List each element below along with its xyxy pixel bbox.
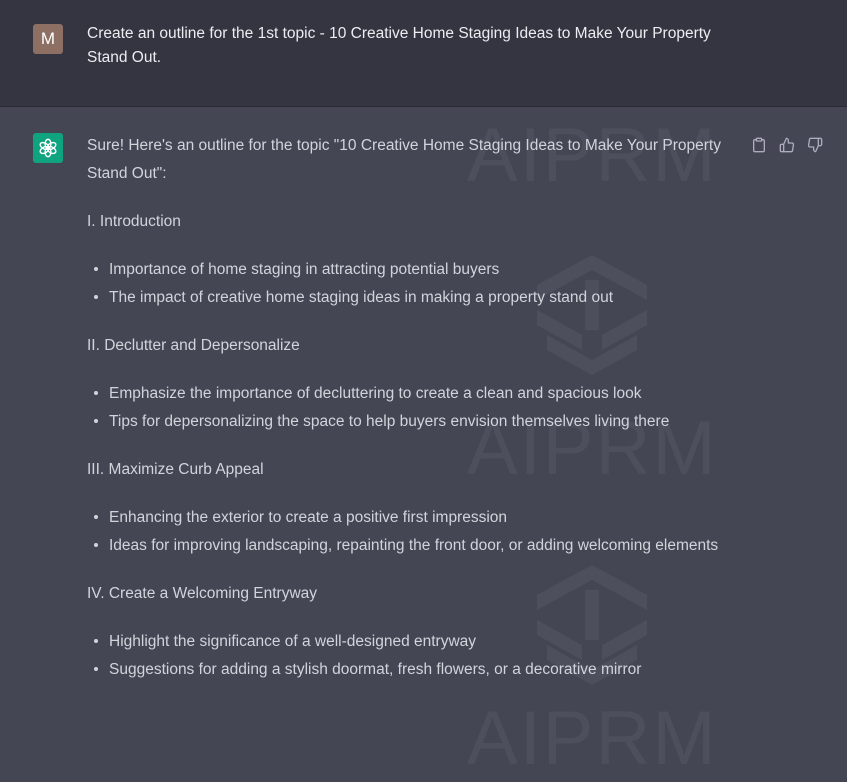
message-actions [749, 135, 829, 155]
bullet-list: Enhancing the exterior to create a posit… [87, 504, 737, 560]
thumbs-up-icon[interactable] [777, 135, 797, 155]
bullet-list: Emphasize the importance of decluttering… [87, 380, 737, 436]
list-item: Ideas for improving landscaping, repaint… [87, 532, 737, 560]
list-item: Importance of home staging in attracting… [87, 256, 737, 284]
section-heading: II. Declutter and Depersonalize [87, 337, 300, 354]
section-heading: III. Maximize Curb Appeal [87, 461, 264, 478]
assistant-avatar [33, 133, 63, 163]
clipboard-icon[interactable] [749, 135, 769, 155]
bullet-list: Importance of home staging in attracting… [87, 256, 737, 312]
section-heading: I. Introduction [87, 213, 181, 230]
assistant-message-content: Sure! Here's an outline for the topic "1… [87, 132, 737, 704]
assistant-message-row: Sure! Here's an outline for the topic "1… [0, 107, 847, 736]
list-item: Suggestions for adding a stylish doormat… [87, 656, 737, 684]
list-item: Emphasize the importance of decluttering… [87, 380, 737, 408]
user-avatar: M [33, 24, 63, 54]
openai-logo-icon [39, 138, 57, 158]
user-message-row: M Create an outline for the 1st topic - … [0, 0, 847, 107]
list-item: The impact of creative home staging idea… [87, 284, 737, 312]
list-item: Enhancing the exterior to create a posit… [87, 504, 737, 532]
assistant-intro: Sure! Here's an outline for the topic "1… [87, 137, 721, 182]
thumbs-down-icon[interactable] [805, 135, 825, 155]
list-item: Highlight the significance of a well-des… [87, 628, 737, 656]
list-item: Tips for depersonalizing the space to he… [87, 408, 737, 436]
bullet-list: Highlight the significance of a well-des… [87, 628, 737, 684]
section-heading: IV. Create a Welcoming Entryway [87, 585, 318, 602]
user-message-text: Create an outline for the 1st topic - 10… [87, 25, 711, 66]
